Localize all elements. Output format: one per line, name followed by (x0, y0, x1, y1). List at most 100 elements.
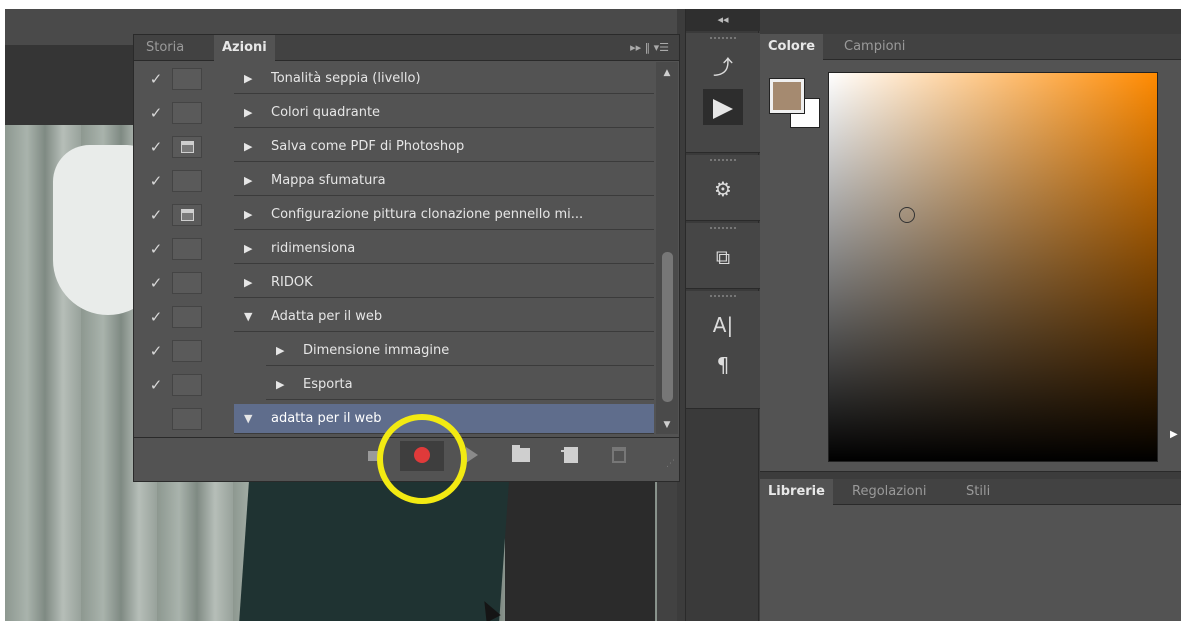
expand-right-icon[interactable]: ▶ (244, 232, 252, 266)
toggle-item-icon[interactable]: ✓ (142, 96, 170, 130)
dock-grip[interactable] (710, 159, 736, 167)
play-icon[interactable] (466, 447, 478, 463)
toggle-dialog-icon[interactable] (172, 136, 202, 158)
color-picker-cursor[interactable] (899, 207, 915, 223)
dock-group-type: A| ¶ (686, 291, 760, 409)
expand-right-icon[interactable]: ▶ (276, 334, 284, 368)
libraries-panel-tabbar: Librerie Regolazioni Stili (760, 479, 1181, 505)
history-icon[interactable]: ⤴ (703, 49, 743, 85)
expand-right-icon[interactable]: ▶ (244, 266, 252, 300)
collapse-dock-icon[interactable]: ◂◂ (686, 9, 760, 31)
expand-right-icon[interactable]: ▶ (244, 198, 252, 232)
action-label: Mappa sfumatura (271, 173, 386, 188)
toggle-dialog-icon[interactable] (172, 204, 202, 226)
character-icon[interactable]: A| (703, 307, 743, 343)
toggle-item-icon[interactable]: ✓ (142, 130, 170, 164)
color-panel: Colore Campioni ▶ (760, 34, 1181, 472)
expand-right-icon[interactable]: ▶ (244, 130, 252, 164)
toggle-dialog-icon[interactable] (172, 238, 202, 260)
toggle-dialog-icon[interactable] (172, 68, 202, 90)
action-label: Esporta (303, 377, 353, 392)
toggle-dialog-icon[interactable] (172, 170, 202, 192)
foreground-color-swatch[interactable] (769, 78, 805, 114)
expand-right-icon[interactable]: ▶ (244, 164, 252, 198)
action-row[interactable]: ✓ ▶ RIDOK (134, 266, 654, 300)
toggle-item-icon[interactable]: ✓ (142, 300, 170, 334)
dock-group-history-actions: ⤴ (686, 33, 760, 153)
highlight-circle (377, 414, 467, 504)
photoshop-window: Storia Azioni ▸▸ ‖ ▾☰ ✓ ▶ Tonalità seppia … (5, 9, 1181, 621)
action-label: adatta per il web (271, 411, 382, 426)
tab-swatches[interactable]: Campioni (836, 34, 913, 60)
action-row[interactable]: ✓ ▶ Salva come PDF di Photoshop (134, 130, 654, 164)
action-row[interactable]: ✓ ▶ Tonalità seppia (livello) (134, 62, 654, 96)
toggle-item-icon[interactable]: ✓ (142, 164, 170, 198)
folder-icon[interactable] (512, 445, 530, 462)
dock-grip[interactable] (710, 227, 736, 235)
toggle-dialog-icon[interactable] (172, 374, 202, 396)
actions-play-icon[interactable] (703, 89, 743, 125)
paragraph-icon[interactable]: ¶ (703, 347, 743, 383)
resize-grip-icon[interactable]: ⋰ (666, 459, 675, 469)
toggle-item-icon[interactable]: ✓ (142, 232, 170, 266)
dock-grip[interactable] (710, 37, 736, 45)
clone-source-icon[interactable]: ⧉ (703, 239, 743, 275)
color-field[interactable] (828, 72, 1158, 462)
hue-marker-icon[interactable]: ▶ (1170, 429, 1178, 440)
action-label: Tonalità seppia (livello) (271, 71, 421, 86)
new-action-icon[interactable] (561, 447, 578, 463)
action-row[interactable]: ✓ ▶ ridimensiona (134, 232, 654, 266)
actions-list: ✓ ▶ Tonalità seppia (livello) ✓ ▶ Colori quad… (134, 62, 654, 434)
toggle-item-icon[interactable] (142, 402, 170, 436)
action-row[interactable]: ✓ ▶ Mappa sfumatura (134, 164, 654, 198)
libraries-panel: Librerie Regolazioni Stili (760, 479, 1181, 621)
tab-styles[interactable]: Stili (958, 479, 998, 505)
expand-right-icon[interactable]: ▶ (244, 62, 252, 96)
toggle-dialog-icon[interactable] (172, 306, 202, 328)
action-label: Configurazione pittura clonazione pennel… (271, 207, 584, 222)
panel-dock: ◂◂ ⤴ ⚙ ⧉ A| ¶ (685, 9, 760, 621)
dock-group-clone: ⧉ (686, 223, 760, 289)
color-panel-tabbar: Colore Campioni (760, 34, 1181, 60)
toggle-item-icon[interactable]: ✓ (142, 334, 170, 368)
expand-right-icon[interactable]: ▶ (276, 368, 284, 402)
action-row[interactable]: ✓ ▶ Dimensione immagine (134, 334, 654, 368)
scroll-up-icon[interactable]: ▲ (656, 68, 678, 78)
panel-menu-icon[interactable]: ▸▸ ‖ ▾☰ (630, 35, 669, 61)
expand-down-icon[interactable]: ▼ (244, 402, 252, 436)
toggle-dialog-icon[interactable] (172, 272, 202, 294)
action-label: RIDOK (271, 275, 313, 290)
expand-right-icon[interactable]: ▶ (244, 96, 252, 130)
tab-adjustments[interactable]: Regolazioni (844, 479, 934, 505)
actions-scrollbar[interactable]: ▲ ▼ (656, 62, 678, 434)
actions-panel-tabbar: Storia Azioni ▸▸ ‖ ▾☰ (134, 35, 679, 61)
actions-panel: Storia Azioni ▸▸ ‖ ▾☰ ✓ ▶ Tonalità seppia … (133, 34, 680, 482)
action-label: Colori quadrante (271, 105, 381, 120)
action-label: Dimensione immagine (303, 343, 450, 358)
tool-presets-icon[interactable]: ⚙ (703, 171, 743, 207)
action-label: ridimensiona (271, 241, 356, 256)
tab-history[interactable]: Storia (138, 35, 192, 61)
toggle-item-icon[interactable]: ✓ (142, 368, 170, 402)
action-label: Salva come PDF di Photoshop (271, 139, 465, 154)
tab-color[interactable]: Colore (760, 34, 824, 60)
expand-down-icon[interactable]: ▼ (244, 300, 252, 334)
tab-actions[interactable]: Azioni (214, 35, 275, 61)
action-row[interactable]: ✓ ▶ Colori quadrante (134, 96, 654, 130)
toggle-item-icon[interactable]: ✓ (142, 266, 170, 300)
toggle-item-icon[interactable]: ✓ (142, 62, 170, 96)
scroll-down-icon[interactable]: ▼ (656, 420, 678, 430)
tab-libraries[interactable]: Librerie (760, 479, 833, 505)
action-row[interactable]: ✓ ▼ Adatta per il web (134, 300, 654, 334)
scroll-thumb[interactable] (662, 252, 673, 402)
action-label: Adatta per il web (271, 309, 383, 324)
dock-group-presets: ⚙ (686, 155, 760, 221)
action-row[interactable]: ✓ ▶ Esporta (134, 368, 654, 402)
toggle-dialog-icon[interactable] (172, 102, 202, 124)
toggle-item-icon[interactable]: ✓ (142, 198, 170, 232)
toggle-dialog-icon[interactable] (172, 340, 202, 362)
trash-icon[interactable] (612, 447, 626, 463)
dock-grip[interactable] (710, 295, 736, 303)
action-row[interactable]: ✓ ▶ Configurazione pittura clonazione penn… (134, 198, 654, 232)
toggle-dialog-icon[interactable] (172, 408, 202, 430)
